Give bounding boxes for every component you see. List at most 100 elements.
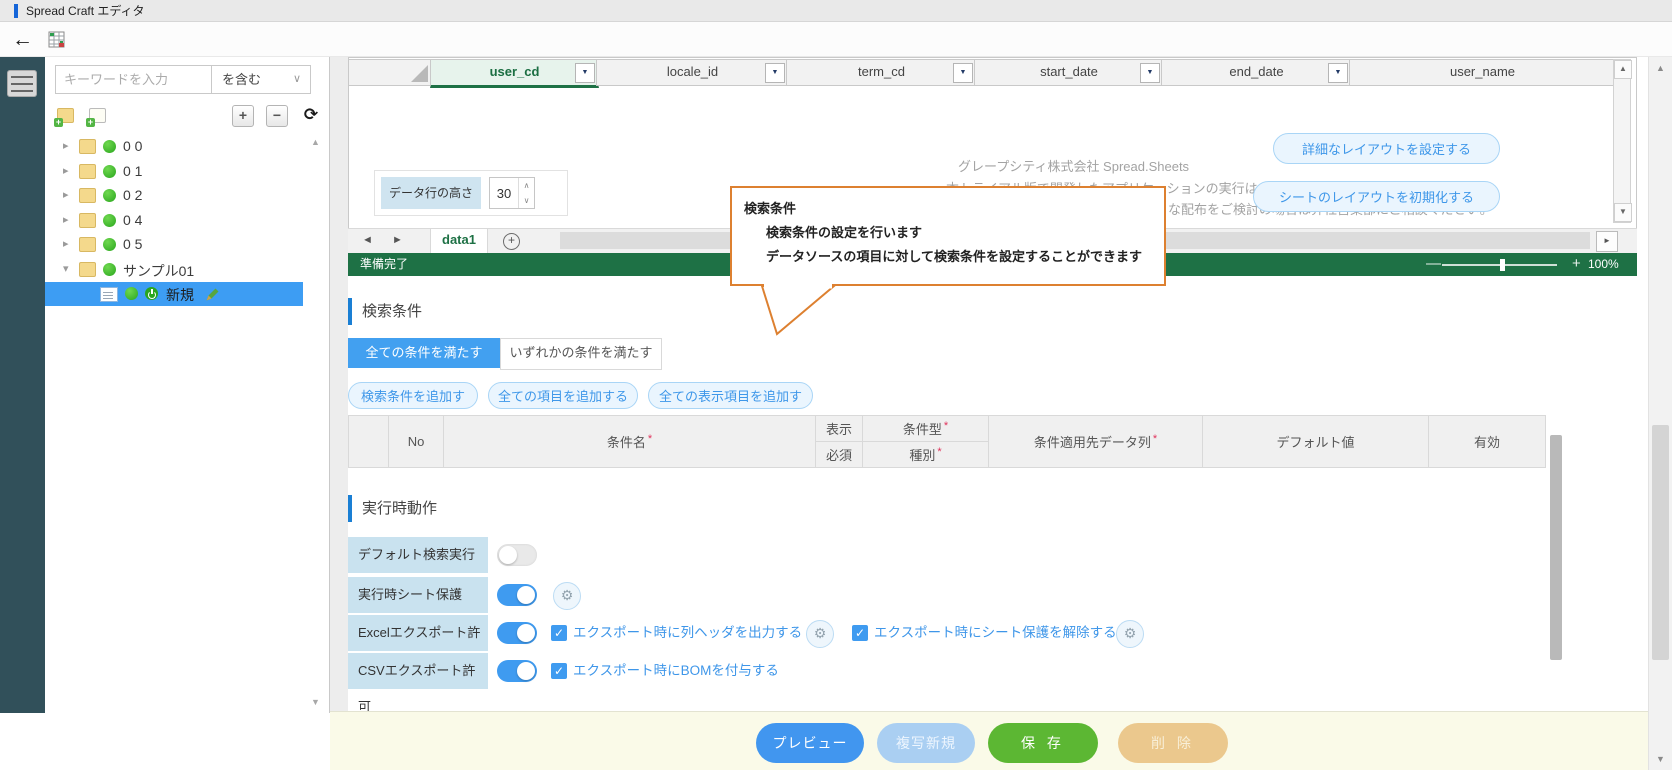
chevron-right-icon[interactable]: ▸ xyxy=(63,188,69,201)
title-bar: Spread Craft エディタ xyxy=(0,0,1672,22)
edit-pencil-icon[interactable] xyxy=(205,286,221,307)
setting-row-csv-export: CSVエクスポート許可 ✓ エクスポート時にBOMを付与する xyxy=(348,653,1545,689)
form-scrollbar-thumb[interactable] xyxy=(1550,435,1562,660)
collapse-all-button[interactable]: − xyxy=(266,105,288,127)
column-header-user-cd[interactable]: user_cd ▼ xyxy=(430,59,599,88)
scroll-up-icon[interactable]: ▲ xyxy=(311,137,320,147)
setting-label: デフォルト検索実行 xyxy=(348,537,488,573)
add-condition-button[interactable]: 検索条件を追加する xyxy=(348,382,478,409)
tree-toolbar: + + + − ⟳ xyxy=(45,103,329,129)
chevron-right-icon[interactable]: ▸ xyxy=(63,139,69,152)
select-all-triangle-icon[interactable] xyxy=(411,65,428,82)
detailed-layout-button[interactable]: 詳細なレイアウトを設定する xyxy=(1273,133,1500,164)
checkbox-label[interactable]: エクスポート時にシート保護を解除する xyxy=(874,615,1117,651)
delete-button[interactable]: 削 除 xyxy=(1118,723,1228,763)
copy-new-button[interactable]: 複写新規 xyxy=(877,723,975,763)
gear-icon[interactable]: ⚙ xyxy=(806,620,834,648)
filter-dropdown-icon[interactable]: ▼ xyxy=(1328,63,1348,83)
refresh-button[interactable]: ⟳ xyxy=(301,105,321,125)
export-bom-checkbox[interactable]: ✓ xyxy=(551,663,567,679)
watermark-line1: グレープシティ株式会社 Spread.Sheets xyxy=(958,156,1189,175)
scroll-down-icon[interactable]: ▼ xyxy=(1614,203,1632,222)
scroll-down-icon[interactable]: ▼ xyxy=(311,697,320,707)
column-label: user_cd xyxy=(490,64,540,79)
excel-export-toggle[interactable] xyxy=(497,622,537,644)
export-header-checkbox[interactable]: ✓ xyxy=(551,625,567,641)
csv-export-toggle[interactable] xyxy=(497,660,537,682)
chevron-right-icon[interactable]: ▸ xyxy=(63,213,69,226)
col-header-required: 必須 xyxy=(816,442,863,468)
sheet-vertical-scrollbar[interactable]: ▲ ▼ xyxy=(1613,59,1631,223)
zoom-out-icon[interactable]: — xyxy=(1426,253,1441,275)
scroll-down-icon[interactable]: ▼ xyxy=(1649,750,1672,768)
back-button[interactable]: ← xyxy=(12,25,33,55)
sidebar: を含む ∨ + + + − ⟳ ▸ 0 0 ▸ xyxy=(45,57,330,713)
expand-all-button[interactable]: + xyxy=(232,105,254,127)
tab-scroll-right-icon[interactable]: ► xyxy=(392,234,403,246)
setting-row-sheet-protect: 実行時シート保護 ⚙ xyxy=(348,577,1545,613)
column-header-term-cd[interactable]: term_cd ▼ xyxy=(786,59,977,86)
column-header-start-date[interactable]: start_date ▼ xyxy=(974,59,1164,86)
export-unprotect-checkbox[interactable]: ✓ xyxy=(852,625,868,641)
setting-label: Excelエクスポート許可 xyxy=(348,615,488,651)
match-any-button[interactable]: いずれかの条件を満たす xyxy=(500,338,662,370)
filter-dropdown-icon[interactable]: ▼ xyxy=(575,63,595,83)
spreadsheet-file-icon[interactable] xyxy=(48,31,65,48)
scroll-up-icon[interactable]: ▲ xyxy=(1614,60,1632,79)
status-dot-icon xyxy=(125,287,138,300)
tab-scroll-left-icon[interactable]: ◄ xyxy=(362,234,373,246)
zoom-in-icon[interactable]: + xyxy=(1572,253,1581,275)
tree-item-label: 0 2 xyxy=(123,187,142,203)
tree-item-selected[interactable]: 新規 xyxy=(45,282,303,306)
zoom-slider-handle[interactable] xyxy=(1500,259,1505,271)
add-item-button[interactable]: + xyxy=(89,108,106,123)
reset-layout-button[interactable]: シートのレイアウトを初期化する xyxy=(1253,181,1500,212)
sheet-corner-cell[interactable] xyxy=(348,59,433,86)
search-input[interactable] xyxy=(55,65,211,94)
row-height-value[interactable] xyxy=(490,178,518,208)
match-all-button[interactable]: 全ての条件を満たす xyxy=(348,338,500,368)
filter-dropdown-icon[interactable]: ▼ xyxy=(765,63,785,83)
search-filter-select[interactable]: を含む ∨ xyxy=(211,65,311,94)
tree-item[interactable]: ▸ 0 0 xyxy=(45,135,303,159)
tree-item[interactable]: ▸ 0 2 xyxy=(45,184,303,208)
preview-button[interactable]: プレビュー xyxy=(756,723,864,763)
add-all-display-items-button[interactable]: 全ての表示項目を追加する xyxy=(648,382,813,409)
sheet-tab-data1[interactable]: data1 xyxy=(430,229,488,256)
filter-dropdown-icon[interactable]: ▼ xyxy=(953,63,973,83)
tree-item[interactable]: ▸ 0 1 xyxy=(45,160,303,184)
page-scrollbar-thumb[interactable] xyxy=(1652,425,1669,660)
column-header-locale-id[interactable]: locale_id ▼ xyxy=(596,59,789,86)
sheet-protect-toggle[interactable] xyxy=(497,584,537,606)
column-header-end-date[interactable]: end_date ▼ xyxy=(1161,59,1352,86)
scroll-up-icon[interactable]: ▲ xyxy=(1649,59,1672,77)
add-sheet-icon[interactable]: + xyxy=(503,233,520,250)
row-height-stepper[interactable]: ∧ ∨ xyxy=(489,177,535,209)
tree-item[interactable]: ▸ 0 4 xyxy=(45,209,303,233)
col-header-default: デフォルト値 xyxy=(1203,416,1429,468)
chevron-right-icon[interactable]: ▸ xyxy=(63,237,69,250)
gear-icon[interactable]: ⚙ xyxy=(1116,620,1144,648)
footer-bar: プレビュー 複写新規 保 存 削 除 xyxy=(330,711,1648,770)
app-window: Spread Craft エディタ ← を含む ∨ + xyxy=(0,0,1672,770)
stepper-down-icon[interactable]: ∨ xyxy=(519,193,534,208)
stepper-up-icon[interactable]: ∧ xyxy=(519,178,534,193)
menu-icon[interactable] xyxy=(7,70,37,97)
tree-item-expanded[interactable]: ▾ サンプル01 xyxy=(45,258,303,282)
chevron-right-icon[interactable]: ▸ xyxy=(63,164,69,177)
gear-icon[interactable]: ⚙ xyxy=(553,582,581,610)
chevron-down-icon[interactable]: ▾ xyxy=(63,262,69,275)
save-button[interactable]: 保 存 xyxy=(988,723,1098,763)
add-all-items-button[interactable]: 全ての項目を追加する xyxy=(488,382,638,409)
checkbox-label[interactable]: エクスポート時に列ヘッダを出力する xyxy=(573,615,802,651)
column-header-user-name[interactable]: user_name xyxy=(1349,59,1616,86)
page-scrollbar[interactable]: ▲ ▼ xyxy=(1648,57,1672,770)
section-title: 実行時動作 xyxy=(362,495,437,522)
scroll-right-icon[interactable]: ► xyxy=(1596,231,1618,252)
checkbox-label[interactable]: エクスポート時にBOMを付与する xyxy=(573,653,779,689)
filter-dropdown-icon[interactable]: ▼ xyxy=(1140,63,1160,83)
add-folder-button[interactable]: + xyxy=(57,108,74,123)
tree-item[interactable]: ▸ 0 5 xyxy=(45,233,303,257)
column-label: user_name xyxy=(1450,64,1515,79)
default-search-toggle[interactable] xyxy=(497,544,537,566)
